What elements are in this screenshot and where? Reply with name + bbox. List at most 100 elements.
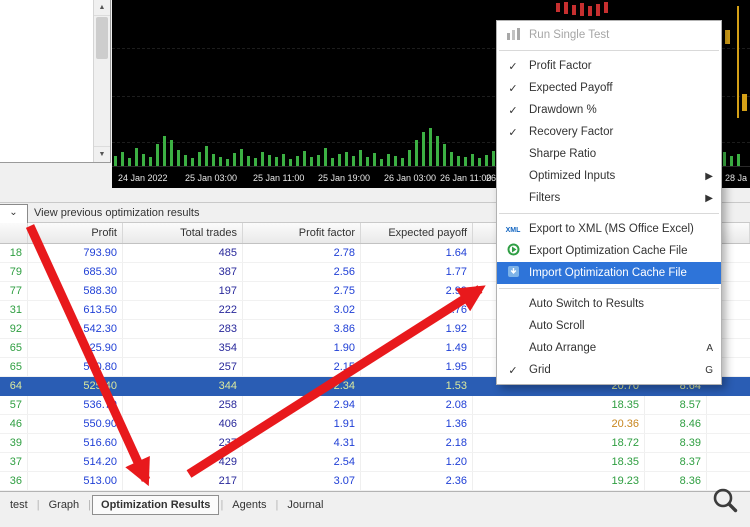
- tab-test[interactable]: test: [2, 496, 36, 514]
- volume-bar: [436, 136, 439, 166]
- scroll-down-icon[interactable]: ▼: [94, 146, 110, 162]
- table-cell: 513.00: [28, 472, 123, 490]
- table-cell: 4.31: [243, 434, 361, 452]
- menu-item-import-optimization-cache-file[interactable]: Import Optimization Cache File: [497, 262, 721, 284]
- column-header-profit[interactable]: Profit: [28, 223, 123, 243]
- menu-item-recovery-factor[interactable]: ✓ Recovery Factor: [497, 121, 721, 143]
- table-cell: 2.76: [361, 301, 473, 319]
- scroll-thumb[interactable]: [96, 17, 108, 59]
- menu-item-auto-arrange[interactable]: Auto Arrange A: [497, 337, 721, 359]
- volume-bar: [289, 159, 292, 166]
- table-row[interactable]: 39 516.60 237 4.31 2.18 18.72 8.39: [0, 434, 750, 453]
- previous-results-dropdown[interactable]: View previous optimization results: [34, 203, 199, 223]
- volume-bar: [121, 152, 124, 166]
- tab-separator: |: [220, 499, 224, 511]
- table-cell: 354: [123, 339, 243, 357]
- zoom-icon[interactable]: [710, 485, 740, 515]
- volume-bar: [156, 144, 159, 166]
- table-cell: 429: [123, 453, 243, 471]
- tab-graph[interactable]: Graph: [41, 496, 88, 514]
- volume-bar: [198, 152, 201, 166]
- submenu-arrow-icon: ▶: [705, 170, 713, 182]
- menu-item-label: Import Optimization Cache File: [529, 267, 687, 279]
- volume-bar: [478, 158, 481, 166]
- tab-agents[interactable]: Agents: [224, 496, 274, 514]
- submenu-arrow-icon: ▶: [705, 192, 713, 204]
- menu-item-export-to-xml-ms-office-excel[interactable]: XML Export to XML (MS Office Excel): [497, 218, 721, 240]
- table-row[interactable]: 57 536.70 258 2.94 2.08 18.35 8.57: [0, 396, 750, 415]
- table-cell: 1.53: [445, 380, 467, 392]
- table-cell: 2.75: [243, 282, 361, 300]
- volume-bar: [331, 158, 334, 166]
- table-cell: 1.90: [243, 339, 361, 357]
- table-cell: 65: [0, 358, 28, 376]
- scroll-up-icon[interactable]: ▲: [94, 0, 110, 16]
- volume-bar: [303, 151, 306, 166]
- volume-bar: [359, 150, 362, 166]
- table-cell: 536.70: [28, 396, 123, 414]
- settings-panel: ▲ ▼: [0, 0, 111, 163]
- table-cell: 8.37: [645, 453, 707, 471]
- menu-item-auto-switch-to-results[interactable]: Auto Switch to Results: [497, 293, 721, 315]
- time-label: 24 Jan 2022: [118, 173, 168, 183]
- tab-journal[interactable]: Journal: [279, 496, 331, 514]
- menu-item-profit-factor[interactable]: ✓ Profit Factor: [497, 55, 721, 77]
- menu-separator: [499, 213, 719, 214]
- table-cell: 3.07: [243, 472, 361, 490]
- menu-item-run-single-test[interactable]: Run Single Test: [497, 24, 721, 46]
- table-row[interactable]: 37 514.20 429 2.54 1.20 18.35 8.37: [0, 453, 750, 472]
- table-cell: 2.15: [243, 358, 361, 376]
- volume-bar: [387, 154, 390, 166]
- column-header-total-trades[interactable]: Total trades: [123, 223, 243, 243]
- table-cell: 258: [123, 396, 243, 414]
- table-cell: 685.30: [28, 263, 123, 281]
- volume-bar: [366, 157, 369, 166]
- volume-bar: [457, 156, 460, 166]
- menu-shortcut: A: [706, 342, 713, 354]
- table-cell: 2.54: [243, 453, 361, 471]
- menu-item-label: Optimized Inputs: [529, 170, 616, 182]
- tab-optimization-results[interactable]: Optimization Results: [92, 495, 220, 515]
- table-cell: 217: [123, 472, 243, 490]
- results-combo-button[interactable]: ⌄: [0, 204, 28, 224]
- table-cell: [707, 453, 750, 471]
- table-cell: 8.39: [645, 434, 707, 452]
- volume-bar: [408, 150, 411, 166]
- menu-item-label: Export to XML (MS Office Excel): [529, 223, 694, 235]
- table-cell: 37: [0, 453, 28, 471]
- menu-item-export-optimization-cache-file[interactable]: Export Optimization Cache File: [497, 240, 721, 262]
- table-row[interactable]: 36 513.00 217 3.07 2.36 19.23 8.36: [0, 472, 750, 491]
- menu-item-auto-scroll[interactable]: Auto Scroll: [497, 315, 721, 337]
- table-cell: 2.94: [243, 396, 361, 414]
- table-row[interactable]: 46 550.90 406 1.91 1.36 20.36 8.46: [0, 415, 750, 434]
- volume-bar: [128, 158, 131, 166]
- menu-item-label: Grid: [529, 364, 551, 376]
- volume-bar: [485, 155, 488, 166]
- column-header-expected-payoff[interactable]: Expected payoff: [361, 223, 473, 243]
- volume-bar: [170, 140, 173, 166]
- table-cell: 2.56: [243, 263, 361, 281]
- candle: [725, 30, 730, 44]
- volume-bar: [233, 153, 236, 166]
- menu-item-filters[interactable]: Filters ▶: [497, 187, 721, 209]
- panel-scrollbar[interactable]: ▲ ▼: [93, 0, 110, 162]
- table-cell: 19.23: [473, 472, 645, 490]
- candle: [588, 6, 592, 16]
- menu-item-expected-payoff[interactable]: ✓ Expected Payoff: [497, 77, 721, 99]
- column-header-profit-factor[interactable]: Profit factor: [243, 223, 361, 243]
- menu-item-grid[interactable]: ✓ Grid G: [497, 359, 721, 381]
- table-cell: 92: [0, 320, 28, 338]
- menu-item-optimized-inputs[interactable]: Optimized Inputs ▶: [497, 165, 721, 187]
- candle: [564, 2, 568, 14]
- time-label: 26 Jan 11:00: [440, 173, 492, 183]
- table-cell: 1.91: [243, 415, 361, 433]
- table-cell: [707, 434, 750, 452]
- table-cell: 8.46: [645, 415, 707, 433]
- volume-bar: [723, 152, 726, 166]
- table-cell: 344: [218, 380, 237, 392]
- column-header-pass[interactable]: [0, 223, 28, 243]
- menu-item-label: Profit Factor: [529, 60, 592, 72]
- menu-item-drawdown[interactable]: ✓ Drawdown %: [497, 99, 721, 121]
- volume-bar: [324, 148, 327, 166]
- menu-item-sharpe-ratio[interactable]: Sharpe Ratio: [497, 143, 721, 165]
